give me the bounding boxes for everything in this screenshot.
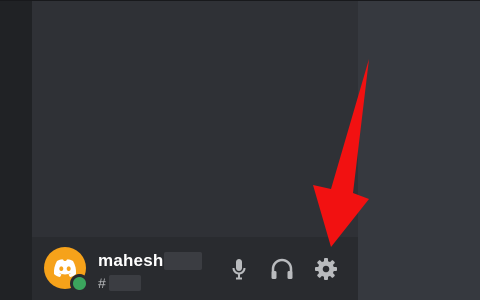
username-redaction [164, 252, 203, 270]
discord-window: mahesh # [0, 0, 480, 300]
headphones-icon [271, 258, 293, 279]
chat-area [358, 1, 480, 300]
user-tag-redaction [108, 275, 141, 291]
gear-icon [315, 258, 337, 280]
user-tag-prefix: # [98, 275, 106, 291]
user-settings-button[interactable] [312, 255, 340, 283]
user-info[interactable]: mahesh # [98, 251, 203, 293]
mute-microphone-button[interactable] [225, 255, 253, 283]
deafen-button[interactable] [268, 255, 296, 283]
server-rail [0, 1, 32, 300]
username: mahesh [98, 251, 164, 270]
user-panel: mahesh # [32, 237, 358, 300]
online-status-indicator [70, 274, 89, 293]
channel-sidebar [32, 1, 358, 237]
microphone-icon [232, 259, 246, 280]
